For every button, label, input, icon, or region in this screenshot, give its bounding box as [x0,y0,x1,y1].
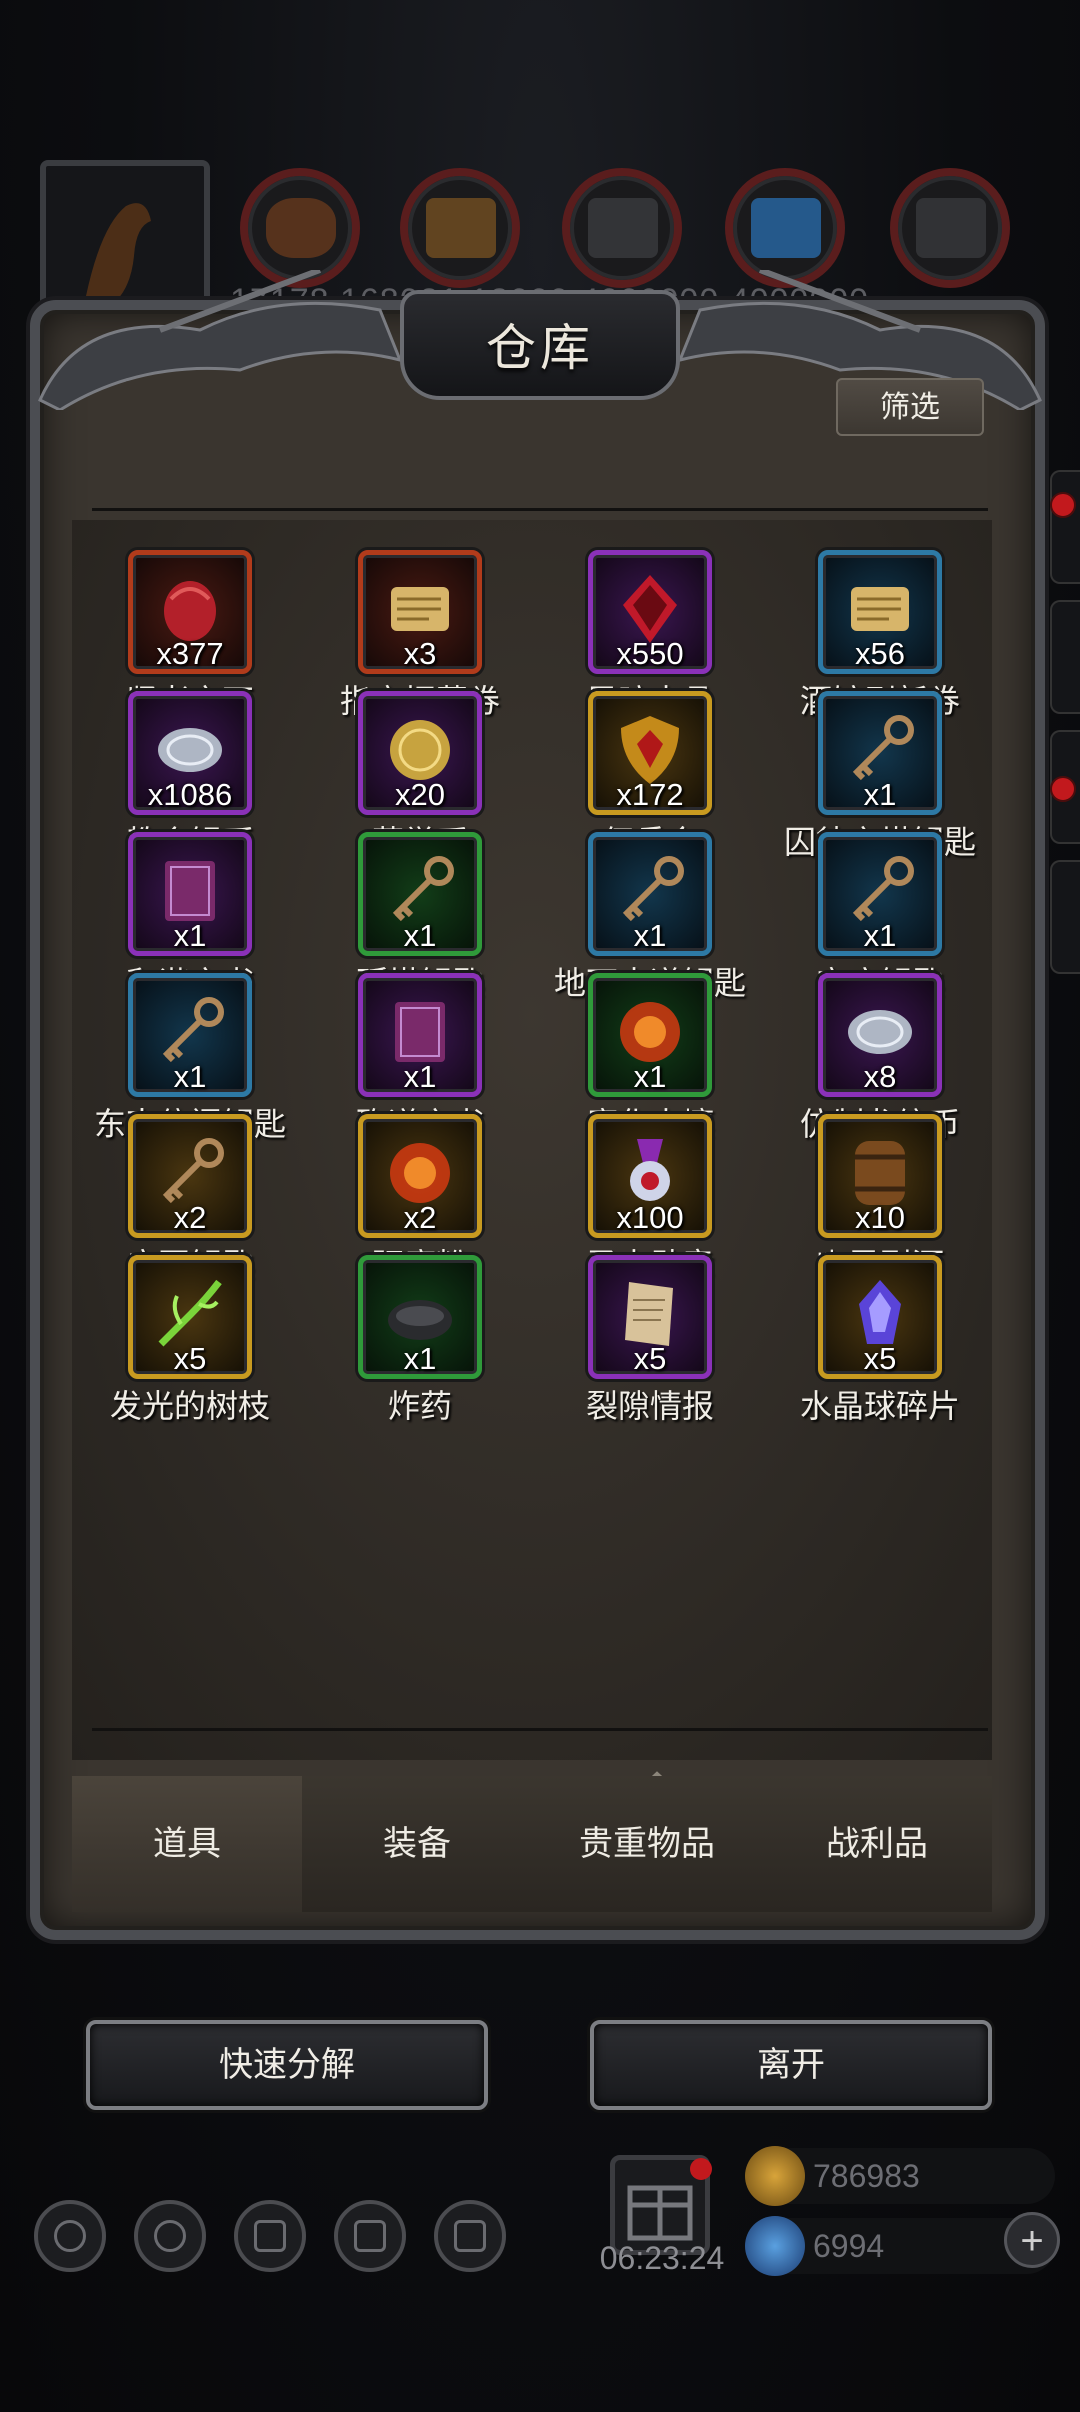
item-count: x1 [403,1059,437,1094]
tab-loot[interactable]: 战利品 [762,1776,992,1912]
item-grid[interactable]: x377贤者之石x3指定招募券x550黑暗水晶x56酒馆刷新券x1086教会银币… [72,520,992,1760]
add-gems-button[interactable]: + [1004,2212,1060,2268]
item-count: x1 [173,1059,207,1094]
item-name: 炸药 [387,1388,452,1424]
settings-icon[interactable] [34,2200,106,2272]
gold-counter: 786983 [745,2146,1055,2206]
item-count: x1 [633,918,667,953]
item-count: x172 [616,777,684,812]
item-count: x10 [855,1200,905,1235]
category-tabbar: 道具 装备 贵重物品 战利品 [72,1776,992,1912]
item-count: x5 [863,1341,897,1376]
item-explosive[interactable]: x1 炸药 [302,1255,532,1465]
divider [92,1728,988,1731]
notification-dot [1050,776,1076,802]
item-count: x1 [863,918,897,953]
tab-props[interactable]: 道具 [72,1776,302,1912]
item-count: x1 [173,918,207,953]
item-count: x1 [403,918,437,953]
item-count: x5 [173,1341,207,1376]
item-count: x56 [855,636,905,671]
quick-decompose-button[interactable]: 快速分解 [86,2020,488,2110]
shop-icon[interactable] [434,2200,506,2272]
notification-dot [1050,492,1076,518]
page-title: 仓库 [486,319,594,377]
side-tab-2[interactable] [1050,600,1080,714]
item-name: 发光的树枝 [109,1388,270,1424]
item-count: x1 [633,1059,667,1094]
side-tab-1[interactable] [1050,470,1080,584]
item-rift-intel[interactable]: x5 裂隙情报 [532,1255,762,1465]
item-name: 水晶球碎片 [799,1388,960,1424]
item-count: x1086 [147,777,233,812]
mail-icon[interactable] [334,2200,406,2272]
item-count: x2 [403,1200,437,1235]
event-timer: 06:23:24 [599,2240,725,2276]
item-count: x377 [156,636,224,671]
item-name: 裂隙情报 [585,1388,714,1424]
tab-equipment[interactable]: 装备 [302,1776,532,1912]
star-icon[interactable] [134,2200,206,2272]
tab-valuables[interactable]: 贵重物品 [532,1776,762,1912]
item-count: x100 [616,1200,684,1235]
gold-coin-icon [745,2146,805,2206]
item-count: x550 [616,636,684,671]
item-count: x1 [863,777,897,812]
divider [92,508,988,511]
filter-button[interactable]: 筛选 [836,378,984,436]
item-crystal-shard[interactable]: x5 水晶球碎片 [762,1255,992,1465]
item-count: x20 [395,777,445,812]
game-screen: 17178 168031 12000 4000000 4000000 仓库 筛选… [0,0,1080,2412]
item-count: x3 [403,636,437,671]
item-count: x1 [403,1341,437,1376]
leave-button[interactable]: 离开 [590,2020,992,2110]
side-tab-4[interactable] [1050,860,1080,974]
item-count: x5 [633,1341,667,1376]
notification-dot [690,2158,712,2180]
gem-icon [745,2216,805,2276]
item-count: x2 [173,1200,207,1235]
item-glowing-branch[interactable]: x5 发光的树枝 [72,1255,302,1465]
item-count: x8 [863,1059,897,1094]
map-icon[interactable] [234,2200,306,2272]
